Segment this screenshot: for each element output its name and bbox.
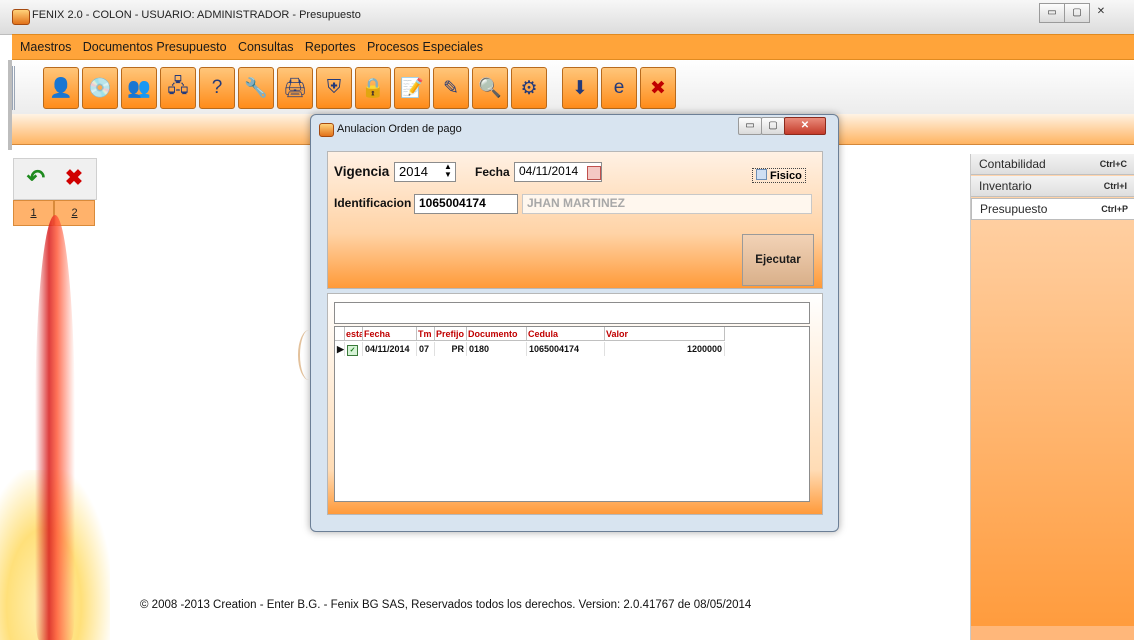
user-icon[interactable]: 👤	[43, 67, 79, 109]
menu-consultas[interactable]: Consultas	[238, 35, 294, 59]
grid-header: esta Fecha Tm Prefijo Documento Cedula V…	[335, 327, 725, 341]
status-strip	[971, 626, 1134, 640]
module-label: Inventario	[979, 179, 1032, 193]
col-documento[interactable]: Documento	[467, 327, 527, 341]
results-grid: esta Fecha Tm Prefijo Documento Cedula V…	[334, 326, 810, 502]
copyright-text: © 2008 -2013 Creation - Enter B.G. - Fen…	[140, 599, 752, 611]
fenix-app-icon	[12, 9, 30, 25]
dialog-maximize-button[interactable]: ▢	[761, 117, 785, 135]
col-cedula[interactable]: Cedula	[527, 327, 605, 341]
undo-arrow-icon[interactable]: ↶	[18, 161, 54, 195]
search-icon[interactable]: 🔍	[472, 67, 508, 109]
fisico-checkbox[interactable]: Fisico	[752, 168, 806, 183]
ejecutar-button[interactable]: Ejecutar	[742, 234, 814, 286]
printer-icon[interactable]: 🖨	[277, 67, 313, 109]
col-valor[interactable]: Valor	[605, 327, 725, 341]
dialog-window-controls: ▭ ▢ ✕	[738, 117, 826, 135]
main-toolbar: 👤 💿 👥 🖧 ? 🔧 🖨 ⛨ 🔒 📝 ✎ 🔍 ⚙ ⬇ e ✖	[12, 60, 1134, 114]
identificacion-label: Identificacion	[334, 196, 412, 210]
dialog-title: Anulacion Orden de pago	[337, 123, 462, 135]
ie-icon[interactable]: e	[601, 67, 637, 109]
checkbox-icon	[756, 169, 767, 180]
disk-icon[interactable]: 💿	[82, 67, 118, 109]
cancel-x-icon[interactable]: ✖	[56, 161, 92, 195]
vigencia-label: Vigencia	[334, 164, 390, 179]
tab-1[interactable]: 1	[13, 200, 54, 226]
toolbar-grip[interactable]	[12, 66, 35, 110]
row-selector-header	[335, 327, 345, 341]
nombre-field: JHAN MARTINEZ	[522, 194, 812, 214]
menu-bar: Maestros Documentos Presupuesto Consulta…	[12, 34, 1134, 60]
notepad-icon[interactable]: 📝	[394, 67, 430, 109]
window-controls: ▭ ▢ ✕	[1039, 3, 1113, 23]
menu-procesos-especiales[interactable]: Procesos Especiales	[367, 35, 483, 59]
dialog-filter-panel: Vigencia 2014 ▲ ▼ Fecha 04/11/2014 Fisico…	[327, 151, 823, 289]
network-icon[interactable]: 🖧	[160, 67, 196, 109]
cell-documento: 0180	[467, 342, 527, 356]
menu-documentos-presupuesto[interactable]: Documentos Presupuesto	[83, 35, 227, 59]
shield-icon[interactable]: ⛨	[316, 67, 352, 109]
left-tool-panel: ↶ ✖	[13, 158, 97, 200]
lock-icon[interactable]: 🔒	[355, 67, 391, 109]
cell-fecha: 04/11/2014	[363, 342, 417, 356]
app-title: FENIX 2.0 - COLON - USUARIO: ADMINISTRAD…	[32, 9, 361, 21]
row-checkbox[interactable]: ✓	[345, 342, 363, 356]
help-icon[interactable]: ?	[199, 67, 235, 109]
download-icon[interactable]: ⬇	[562, 67, 598, 109]
module-shortcut: Ctrl+C	[1099, 159, 1127, 169]
dialog-app-icon	[319, 123, 334, 137]
cell-cedula: 1065004174	[527, 342, 605, 356]
module-shortcut: Ctrl+I	[1103, 181, 1127, 191]
col-tm[interactable]: Tm	[417, 327, 435, 341]
module-shortcut: Ctrl+P	[1101, 204, 1128, 214]
identificacion-field[interactable]: 1065004174	[414, 194, 518, 214]
module-label: Presupuesto	[980, 202, 1048, 216]
module-contabilidad[interactable]: Contabilidad Ctrl+C	[971, 154, 1134, 175]
dialog-results-panel: esta Fecha Tm Prefijo Documento Cedula V…	[327, 293, 823, 515]
cell-prefijo: PR	[435, 342, 467, 356]
minimize-button[interactable]: ▭	[1039, 3, 1065, 23]
col-prefijo[interactable]: Prefijo	[435, 327, 467, 341]
menu-maestros[interactable]: Maestros	[20, 35, 71, 59]
tools-icon[interactable]: 🔧	[238, 67, 274, 109]
dialog-title-bar[interactable]: Anulacion Orden de pago ▭ ▢ ✕	[311, 115, 838, 141]
module-panel: Contabilidad Ctrl+C Inventario Ctrl+I Pr…	[970, 154, 1134, 640]
table-row[interactable]: ▶ ✓ 04/11/2014 07 PR 0180 1065004174 120…	[335, 342, 725, 356]
maximize-button[interactable]: ▢	[1064, 3, 1090, 23]
dialog-minimize-button[interactable]: ▭	[738, 117, 762, 135]
exit-icon[interactable]: ✖	[640, 67, 676, 109]
anulacion-dialog: Anulacion Orden de pago ▭ ▢ ✕ Vigencia 2…	[310, 114, 839, 532]
module-presupuesto[interactable]: Presupuesto Ctrl+P	[971, 198, 1134, 220]
dialog-close-button[interactable]: ✕	[784, 117, 826, 135]
close-button[interactable]: ✕	[1089, 3, 1113, 21]
grid-filter-input[interactable]	[334, 302, 810, 324]
app-title-bar: FENIX 2.0 - COLON - USUARIO: ADMINISTRAD…	[0, 0, 1134, 35]
check-icon: ✓	[347, 345, 358, 356]
checklist-icon[interactable]: ✎	[433, 67, 469, 109]
fisico-label: Fisico	[770, 170, 802, 182]
users-icon[interactable]: 👥	[121, 67, 157, 109]
menu-reportes[interactable]: Reportes	[305, 35, 356, 59]
cell-valor: 1200000	[605, 342, 725, 356]
flame-decoration-red	[35, 215, 75, 640]
row-pointer-icon: ▶	[337, 342, 345, 356]
col-esta[interactable]: esta	[345, 327, 363, 341]
cell-tm: 07	[417, 342, 435, 356]
calendar-icon[interactable]	[587, 166, 601, 180]
col-fecha[interactable]: Fecha	[363, 327, 417, 341]
spinner-arrows-icon[interactable]: ▲ ▼	[440, 163, 456, 181]
settings-icon[interactable]: ⚙	[511, 67, 547, 109]
fecha-label: Fecha	[475, 165, 510, 179]
module-inventario[interactable]: Inventario Ctrl+I	[971, 176, 1134, 197]
module-label: Contabilidad	[979, 157, 1046, 171]
